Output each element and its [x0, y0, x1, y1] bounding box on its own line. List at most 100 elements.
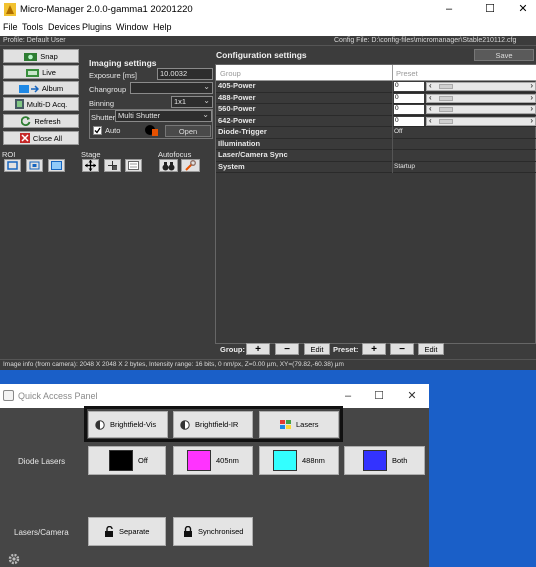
chevron-right-icon[interactable]: › — [530, 116, 533, 125]
config-file-label: Config File: D:\config-files\micromanage… — [334, 37, 517, 44]
menu-plugins[interactable]: Plugins — [82, 22, 112, 32]
menu-window[interactable]: Window — [116, 22, 148, 32]
live-button[interactable]: Live — [3, 65, 79, 79]
power-slider[interactable]: ‹ › — [426, 116, 536, 126]
menu-devices[interactable]: Devices — [48, 22, 80, 32]
slider-thumb[interactable] — [439, 107, 453, 112]
binning-dropdown[interactable]: 1x1 ⌄ — [171, 96, 213, 108]
gear-icon[interactable] — [7, 552, 21, 566]
chevron-left-icon[interactable]: ‹ — [429, 116, 432, 125]
power-input[interactable]: 0 — [394, 116, 424, 126]
row-divider — [392, 127, 393, 139]
multi-d-acq-button[interactable]: Multi-D Acq. — [3, 97, 79, 111]
config-row[interactable]: Diode-Trigger Off — [216, 127, 536, 139]
album-button[interactable]: Album — [3, 81, 79, 95]
diode-both-button[interactable]: Both — [344, 446, 425, 475]
power-slider[interactable]: ‹ › — [426, 81, 536, 91]
brightfield-vis-button[interactable]: Brightfield-Vis — [88, 411, 168, 438]
exposure-input[interactable]: 10.0032 — [157, 68, 213, 80]
config-row[interactable]: Illumination — [216, 138, 536, 150]
roi-set-button[interactable] — [4, 159, 21, 172]
changroup-dropdown[interactable]: ⌄ — [130, 82, 213, 94]
open-shutter-button[interactable]: Open — [165, 125, 211, 137]
menu-help[interactable]: Help — [153, 22, 172, 32]
slider-thumb[interactable] — [439, 95, 453, 101]
lasers-button[interactable]: Lasers — [259, 411, 339, 438]
chevron-right-icon[interactable]: › — [530, 81, 533, 90]
power-input[interactable]: 0 — [394, 93, 424, 103]
roi-center-button[interactable] — [26, 159, 43, 172]
stage-mark-button[interactable] — [104, 159, 121, 172]
plus-icon: + — [371, 343, 377, 355]
group-remove-button[interactable]: − — [275, 343, 299, 355]
group-edit-button[interactable]: Edit — [304, 343, 330, 355]
config-row[interactable]: 405-Power 0 ‹ › — [216, 81, 536, 93]
snap-button[interactable]: Snap — [3, 49, 79, 63]
unlock-icon — [105, 526, 113, 537]
config-row[interactable]: System Startup — [216, 161, 536, 173]
chevron-left-icon[interactable]: ‹ — [429, 104, 432, 113]
config-row[interactable]: 560-Power 0 ‹ › — [216, 104, 536, 116]
lock-icon — [184, 526, 192, 537]
brightfield-ir-label: Brightfield-IR — [195, 420, 239, 429]
group-add-button[interactable]: + — [246, 343, 270, 355]
edit-label: Edit — [424, 344, 438, 354]
qap-title: Quick Access Panel — [18, 391, 98, 401]
preset-edit-button[interactable]: Edit — [418, 343, 444, 355]
brightfield-ir-button[interactable]: Brightfield-IR — [173, 411, 253, 438]
qap-close-button[interactable]: ✕ — [397, 386, 427, 406]
qap-maximize-button[interactable]: ☐ — [364, 386, 394, 406]
config-save-button[interactable]: Save — [474, 49, 534, 61]
refresh-icon — [21, 116, 31, 126]
synchronised-label: Synchronised — [198, 527, 244, 536]
slider-thumb[interactable] — [439, 118, 453, 124]
preset-remove-button[interactable]: − — [390, 343, 414, 355]
imaging-settings-heading: Imaging settings — [89, 58, 157, 68]
synchronised-button[interactable]: Synchronised — [173, 517, 253, 546]
diode-405nm-button[interactable]: 405nm — [173, 446, 253, 475]
maximize-button[interactable]: ☐ — [473, 0, 507, 20]
chevron-left-icon[interactable]: ‹ — [429, 93, 432, 102]
status-bar: Image info (from camera): 2048 X 2048 X … — [0, 359, 536, 370]
stage-move-button[interactable] — [82, 159, 99, 172]
minimize-button[interactable]: – — [432, 0, 466, 20]
config-row[interactable]: 488-Power 0 ‹ › — [216, 92, 536, 104]
close-all-button[interactable]: Close All — [3, 131, 79, 145]
close-button[interactable]: ✕ — [506, 0, 536, 20]
autofocus-run-button[interactable] — [159, 159, 178, 172]
auto-shutter-checkbox[interactable] — [93, 126, 102, 135]
qap-minimize-button[interactable]: – — [333, 386, 363, 406]
menu-tools[interactable]: Tools — [22, 22, 43, 32]
wrench-icon — [185, 160, 196, 171]
diode-488nm-label: 488nm — [302, 456, 325, 465]
config-row[interactable]: 642-Power 0 ‹ › — [216, 115, 536, 127]
power-input[interactable]: 0 — [394, 105, 424, 114]
stage-list-button[interactable] — [125, 159, 142, 172]
move-arrows-icon — [85, 160, 96, 171]
chevron-right-icon[interactable]: › — [530, 93, 533, 102]
menu-file[interactable]: File — [3, 22, 18, 32]
power-slider[interactable]: ‹ › — [426, 93, 536, 103]
config-preset-value[interactable]: Off — [394, 128, 403, 135]
power-slider[interactable]: ‹ › — [426, 104, 536, 114]
refresh-button[interactable]: Refresh — [3, 114, 79, 128]
preset-add-button[interactable]: + — [362, 343, 386, 355]
binning-label: Binning — [89, 99, 115, 108]
autofocus-settings-button[interactable] — [181, 159, 200, 172]
chevron-right-icon[interactable]: › — [530, 104, 533, 113]
config-row[interactable]: Laser/Camera Sync — [216, 150, 536, 162]
open-label: Open — [178, 126, 198, 136]
chevron-left-icon[interactable]: ‹ — [429, 81, 432, 90]
slider-thumb[interactable] — [439, 84, 453, 89]
separate-button[interactable]: Separate — [88, 517, 166, 546]
power-input[interactable]: 0 — [394, 82, 424, 91]
shutter-dropdown[interactable]: Multi Shutter ⌄ — [115, 110, 212, 122]
diode-488nm-button[interactable]: 488nm — [259, 446, 339, 475]
roi-full-button[interactable] — [48, 159, 65, 172]
config-preset-value[interactable]: Startup — [394, 163, 415, 170]
live-label: Live — [42, 67, 56, 77]
row-divider — [392, 92, 393, 104]
quick-access-panel: Quick Access Panel – ☐ ✕ Brightfield-Vis… — [0, 384, 429, 567]
diode-off-button[interactable]: Off — [88, 446, 166, 475]
config-group-name: Laser/Camera Sync — [218, 150, 288, 159]
